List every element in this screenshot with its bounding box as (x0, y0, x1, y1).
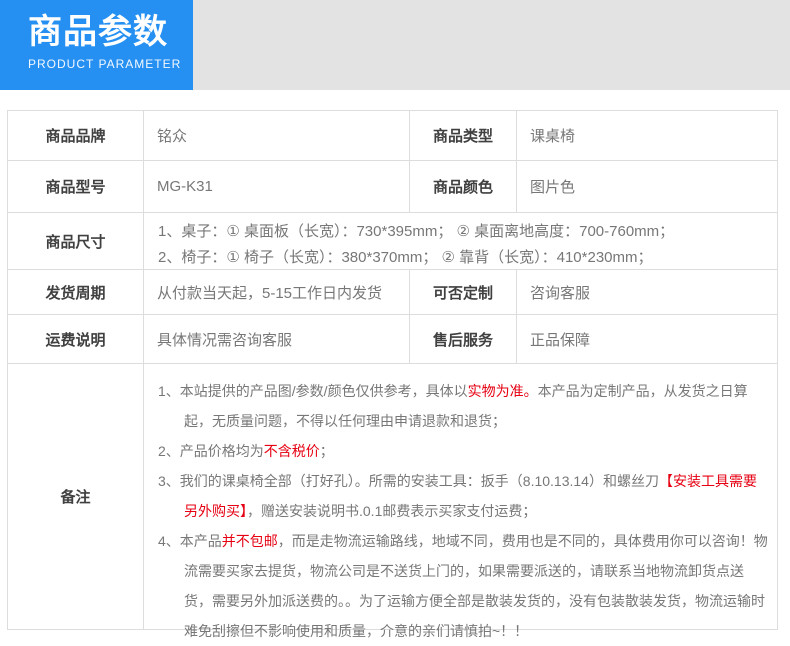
page-title: 商品参数 (28, 13, 168, 51)
aftersale-value: 正品保障 (516, 315, 777, 363)
remark-4-text: 4、本产品 (158, 533, 222, 549)
remark-1-text: 1、本站提供的产品图/参数/颜色仅供参考，具体以 (158, 383, 468, 399)
custom-value: 咨询客服 (516, 270, 777, 314)
size-value: 1、桌子：① 桌面板（长宽）：730*395mm； ② 桌面离地高度：700-7… (143, 213, 777, 269)
remark-item-1: 1、本站提供的产品图/参数/颜色仅供参考，具体以实物为准。本产品为定制产品，从发… (158, 376, 769, 436)
remark-3-text: 3、我们的课桌椅全部（打好孔）。所需的安装工具：扳手（8.10.13.14）和螺… (158, 473, 659, 489)
delivery-value: 从付款当天起，5-15工作日内发货 (143, 270, 409, 314)
remark-2-text-tail: ； (319, 443, 334, 459)
size-line-desk: 1、桌子：① 桌面板（长宽）：730*395mm； ② 桌面离地高度：700-7… (158, 223, 675, 240)
type-value: 课桌椅 (516, 111, 777, 160)
shipping-label: 运费说明 (45, 331, 106, 349)
size-label: 商品尺寸 (45, 233, 106, 251)
size-line-chair: 2、椅子：① 椅子（长宽）：380*370mm； ② 靠背（长宽）：410*23… (158, 249, 653, 266)
remark-4-red-text: 并不包邮 (221, 533, 278, 549)
custom-label: 可否定制 (409, 270, 516, 314)
param-row-remarks: 备注 1、本站提供的产品图/参数/颜色仅供参考，具体以实物为准。本产品为定制产品… (8, 363, 777, 639)
color-label: 商品颜色 (409, 161, 516, 212)
param-row-brand-type: 商品品牌 铭众 商品类型 课桌椅 (8, 111, 777, 160)
remark-3-text-tail: ，赠送安装说明书.0.1邮费表示买家支付运费； (247, 503, 537, 519)
remark-2-text: 2、产品价格均为 (158, 443, 264, 459)
header-band: 商品参数 PRODUCT PARAMETER (0, 0, 790, 90)
brand-value: 铭众 (143, 111, 409, 160)
remark-item-4: 4、本产品并不包邮，而是走物流运输路线，地域不同，费用也是不同的，具体费用你可以… (158, 526, 769, 646)
remarks-label: 备注 (60, 489, 91, 506)
delivery-label: 发货周期 (45, 284, 106, 302)
model-label: 商品型号 (45, 179, 106, 196)
remark-1-red-text: 实物为准。 (467, 383, 538, 399)
param-row-delivery-custom: 发货周期 从付款当天起，5-15工作日内发货 可否定制 咨询客服 (8, 269, 777, 314)
section-header: 商品参数 PRODUCT PARAMETER (0, 0, 193, 90)
shipping-value: 具体情况需咨询客服 (143, 315, 409, 363)
model-value: MG-K31 (143, 161, 409, 212)
aftersale-label: 售后服务 (409, 315, 516, 363)
param-row-shipping-aftersale: 运费说明 具体情况需咨询客服 售后服务 正品保障 (8, 314, 777, 363)
type-label: 商品类型 (409, 111, 516, 160)
brand-label: 商品品牌 (45, 128, 106, 145)
remark-item-2: 2、产品价格均为不含税价； (158, 436, 769, 466)
color-value: 图片色 (516, 161, 777, 212)
param-row-model-color: 商品型号 MG-K31 商品颜色 图片色 (8, 160, 777, 212)
remark-2-red-text: 不含税价 (263, 443, 320, 459)
product-parameter-table: 商品品牌 铭众 商品类型 课桌椅 商品型号 MG-K31 商品颜色 图片色 商品… (7, 110, 778, 639)
remark-item-3: 3、我们的课桌椅全部（打好孔）。所需的安装工具：扳手（8.10.13.14）和螺… (158, 466, 769, 526)
param-row-size: 商品尺寸 1、桌子：① 桌面板（长宽）：730*395mm； ② 桌面离地高度：… (8, 212, 777, 269)
remarks-value: 1、本站提供的产品图/参数/颜色仅供参考，具体以实物为准。本产品为定制产品，从发… (143, 364, 777, 639)
page-subtitle: PRODUCT PARAMETER (28, 57, 182, 71)
